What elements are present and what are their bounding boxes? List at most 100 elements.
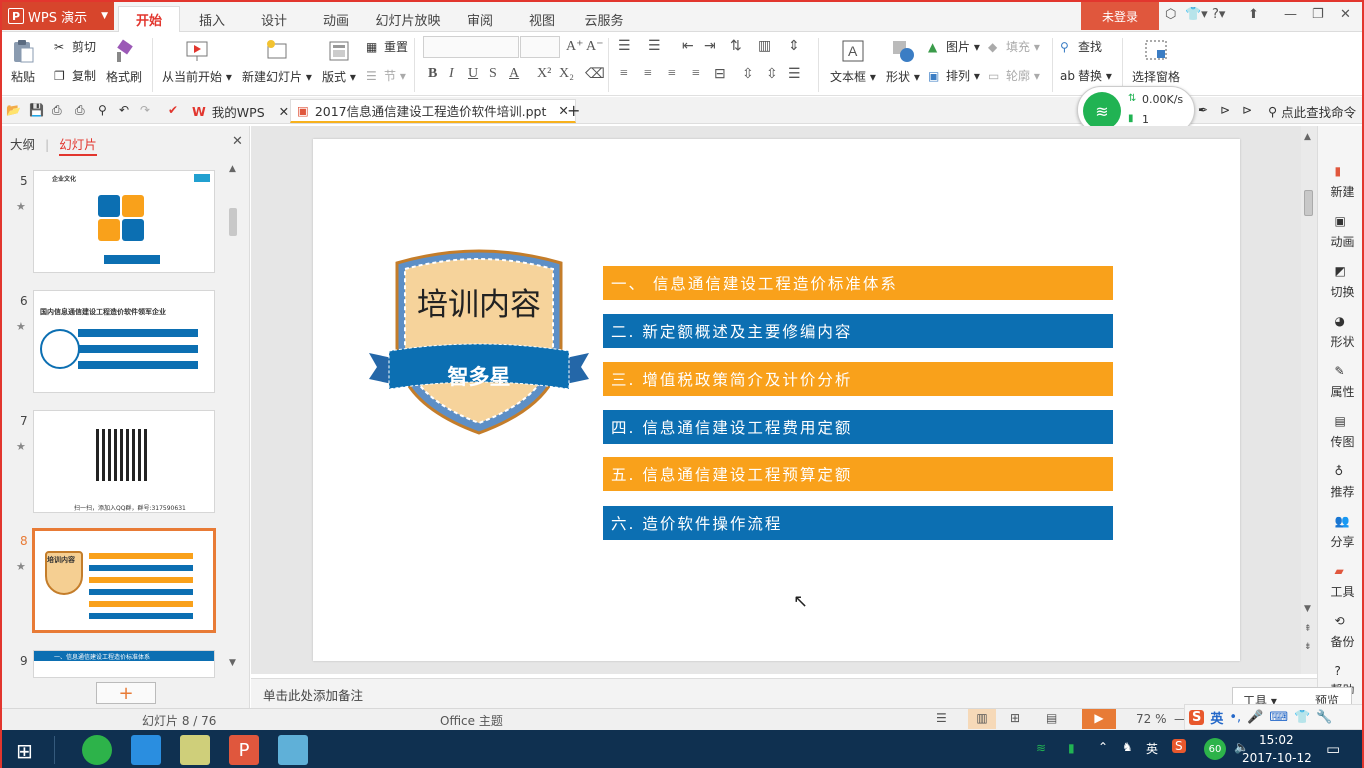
- skin-icon[interactable]: ⬡: [1165, 7, 1176, 22]
- next-slide-icon[interactable]: ⇟: [1304, 642, 1312, 652]
- format-painter-button[interactable]: 格式刷: [106, 38, 142, 85]
- shirt-icon[interactable]: 👕▾: [1185, 7, 1208, 22]
- clear-format-icon[interactable]: ⌫: [585, 66, 605, 83]
- new-slide-button[interactable]: 新建幻灯片 ▾: [242, 38, 312, 85]
- paste-button[interactable]: 粘贴: [10, 38, 36, 85]
- ime-mode[interactable]: 英: [1210, 708, 1223, 727]
- rt-new[interactable]: ▮ 新建: [1318, 164, 1362, 200]
- align-text-icon[interactable]: ⇕: [788, 38, 800, 55]
- slide-thumbnail-7[interactable]: 扫一扫，添加入QQ群，群号:317590631: [33, 410, 215, 513]
- rt-shape[interactable]: ◕ 形状: [1318, 314, 1362, 350]
- play-slideshow-button[interactable]: ▶: [1082, 709, 1116, 729]
- send-icon[interactable]: ⊳: [1242, 103, 1256, 117]
- redo-icon[interactable]: ↷: [140, 103, 154, 117]
- font-size-select[interactable]: [520, 36, 560, 58]
- current-slide[interactable]: 培训内容 智多星 一、 信息通信建设工程造价标准体系 二. 新定额概述及主要修编…: [313, 139, 1240, 661]
- italic-icon[interactable]: I: [449, 66, 454, 82]
- restore-icon[interactable]: ❐: [1312, 7, 1324, 22]
- sorter-view-icon[interactable]: ⊞: [1010, 711, 1020, 725]
- notes-toggle-icon[interactable]: ☰: [936, 711, 947, 725]
- slide-thumbnail-5[interactable]: 企业文化: [33, 170, 215, 273]
- distribute-icon[interactable]: ⊟: [714, 66, 726, 83]
- print-preview-icon[interactable]: ⚲: [98, 103, 112, 117]
- close-tab-icon[interactable]: ✕: [279, 104, 289, 119]
- rt-tools[interactable]: ▰ 工具: [1318, 564, 1362, 600]
- rt-recommend[interactable]: ♁ 推荐: [1318, 464, 1362, 500]
- font-name-select[interactable]: [423, 36, 519, 58]
- mic-icon[interactable]: 🎤: [1247, 710, 1263, 725]
- textbox-button[interactable]: A 文本框 ▾: [830, 38, 876, 85]
- slide-thumbnail-8[interactable]: 培训内容: [32, 528, 216, 633]
- tray-security-badge[interactable]: 60: [1204, 738, 1226, 760]
- justify-icon[interactable]: ≡: [692, 66, 700, 82]
- login-button[interactable]: 未登录: [1081, 2, 1159, 30]
- scroll-thumb[interactable]: [1304, 190, 1313, 216]
- numbering-icon[interactable]: ☰: [648, 38, 661, 55]
- paragraph-spacing-icon[interactable]: ⇳: [766, 66, 778, 83]
- decrease-indent-icon[interactable]: ⇤: [682, 38, 694, 55]
- tab-review[interactable]: 审阅: [450, 6, 510, 32]
- arrange-button[interactable]: ▣ 排列 ▾: [928, 67, 980, 84]
- tab-animation[interactable]: 动画: [306, 6, 366, 32]
- print-icon[interactable]: ⎙: [75, 103, 89, 117]
- keyboard-icon[interactable]: ⌨: [1269, 710, 1288, 725]
- slide-scrollbar[interactable]: ▲ ▼ ⇞ ⇟: [1301, 126, 1317, 674]
- punct-icon[interactable]: •,: [1229, 710, 1241, 725]
- prev-slide-icon[interactable]: ⇞: [1304, 624, 1312, 634]
- shape-button[interactable]: 形状 ▾: [886, 38, 920, 85]
- scroll-thumb[interactable]: [229, 208, 237, 236]
- new-tab-icon[interactable]: +: [567, 101, 581, 120]
- windows-start-icon[interactable]: ⊞: [16, 739, 33, 763]
- rt-backup[interactable]: ⟲ 备份: [1318, 614, 1362, 650]
- paragraph-icon[interactable]: ☰: [788, 66, 801, 83]
- export-pdf-icon[interactable]: ⎙: [52, 103, 66, 117]
- columns-icon[interactable]: ▥: [758, 38, 771, 55]
- slide-thumbnail-6[interactable]: 国内信息通信建设工程造价软件领军企业: [33, 290, 215, 393]
- zoom-level[interactable]: 72 %: [1136, 712, 1167, 726]
- reset-button[interactable]: ▦ 重置: [366, 38, 408, 55]
- skin-icon[interactable]: 👕: [1294, 710, 1310, 725]
- align-left-icon[interactable]: ≡: [620, 66, 628, 82]
- scroll-down-icon[interactable]: ▼: [1304, 604, 1311, 614]
- reading-view-icon[interactable]: ▤: [1046, 711, 1057, 725]
- bold-icon[interactable]: B: [428, 66, 437, 82]
- tab-my-wps[interactable]: W 我的WPS ✕: [192, 99, 289, 123]
- bullets-icon[interactable]: ☰: [618, 38, 631, 55]
- layout-button[interactable]: 版式 ▾: [322, 38, 356, 85]
- tab-view[interactable]: 视图: [512, 6, 572, 32]
- subscript-icon[interactable]: X₂: [559, 66, 574, 82]
- rt-transition[interactable]: ◩ 切换: [1318, 264, 1362, 300]
- save-icon[interactable]: 💾: [29, 103, 44, 117]
- tray-app-icon[interactable]: ♞: [1122, 740, 1133, 754]
- picture-button[interactable]: ▲ 图片 ▾: [928, 38, 980, 55]
- tray-sogou-icon[interactable]: S: [1172, 739, 1186, 753]
- align-right-icon[interactable]: ≡: [668, 66, 676, 82]
- line-spacing-icon[interactable]: ⇳: [742, 66, 754, 83]
- browser-icon[interactable]: [82, 735, 112, 765]
- increase-indent-icon[interactable]: ⇥: [704, 38, 716, 55]
- tab-design[interactable]: 设计: [244, 6, 304, 32]
- copy-button[interactable]: ❐ 复制: [54, 67, 96, 84]
- rt-properties[interactable]: ✎ 属性: [1318, 364, 1362, 400]
- find-button[interactable]: ⚲ 查找: [1060, 38, 1102, 55]
- app-icon[interactable]: [131, 735, 161, 765]
- clock-time[interactable]: 15:02: [1259, 733, 1294, 747]
- notes-app-icon[interactable]: [180, 735, 210, 765]
- close-icon[interactable]: ✕: [1340, 7, 1351, 22]
- play-from-current-button[interactable]: 从当前开始 ▾: [162, 38, 232, 85]
- tab-slideshow[interactable]: 幻灯片放映: [368, 6, 448, 32]
- wps-presentation-icon[interactable]: P: [229, 735, 259, 765]
- shrink-font-icon[interactable]: A⁻: [586, 38, 604, 55]
- normal-view-icon[interactable]: ▥: [968, 709, 996, 729]
- customize-icon[interactable]: ✔: [168, 103, 182, 117]
- rt-upload-image[interactable]: ▤ 传图: [1318, 414, 1362, 450]
- tab-outline[interactable]: 大纲: [10, 137, 35, 152]
- clock-date[interactable]: 2017-10-12: [1242, 751, 1312, 765]
- tab-slides[interactable]: 幻灯片: [59, 137, 97, 156]
- tool-app-icon[interactable]: [278, 735, 308, 765]
- command-search[interactable]: ⚲ 点此查找命令: [1268, 99, 1356, 123]
- tab-cloud[interactable]: 云服务: [574, 6, 634, 32]
- wrench-icon[interactable]: 🔧: [1316, 710, 1332, 725]
- tab-document[interactable]: ▣ 2017信息通信建设工程造价软件培训.ppt ✕: [290, 99, 576, 123]
- notes-pane[interactable]: 单击此处添加备注 工具 ▾ 预览: [251, 678, 1352, 711]
